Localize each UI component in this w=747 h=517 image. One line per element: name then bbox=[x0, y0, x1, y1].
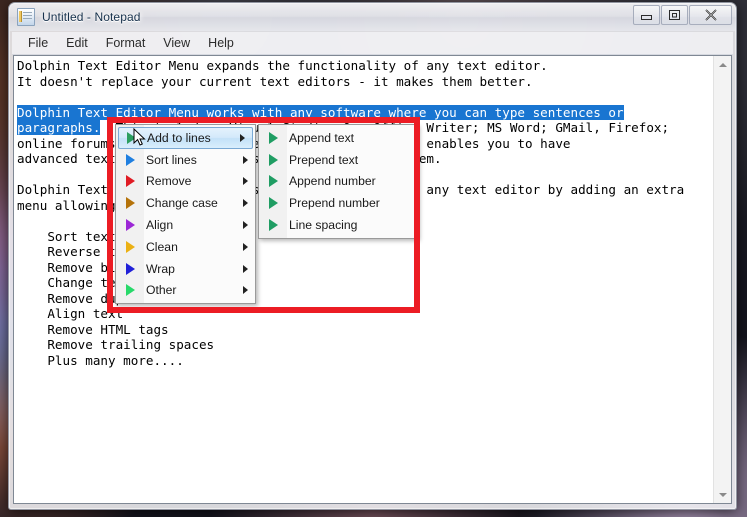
title-bar: Untitled - Notepad bbox=[9, 3, 736, 31]
text-line: Dolphin Text Editor Menu expands the fun… bbox=[17, 58, 548, 73]
submenu-chevron-icon bbox=[243, 155, 248, 164]
menu-format[interactable]: Format bbox=[97, 34, 155, 52]
triangle-arrow-icon bbox=[269, 219, 278, 232]
menu-item-label: Prepend number bbox=[289, 196, 380, 211]
submenu-chevron-icon bbox=[243, 264, 248, 273]
triangle-arrow-icon bbox=[269, 153, 278, 166]
submenu-chevron-icon bbox=[243, 199, 248, 208]
triangle-arrow-icon bbox=[126, 219, 135, 232]
selected-text: paragraphs. bbox=[17, 120, 101, 135]
menu-item-label: Add to lines bbox=[147, 130, 211, 145]
text-line: Align text bbox=[17, 306, 124, 321]
triangle-arrow-icon bbox=[126, 284, 135, 297]
text-line: Dolphin Text Editor Menu works with any … bbox=[17, 104, 713, 121]
text-line: Remove HTML tags bbox=[17, 321, 169, 337]
menu-item-label: Sort lines bbox=[146, 152, 197, 167]
menu-view[interactable]: View bbox=[154, 34, 199, 52]
menu-item-label: Clean bbox=[146, 239, 178, 254]
context-submenu: Append text Prepend text Append number Prep… bbox=[258, 124, 418, 239]
text-line: Plus many more.... bbox=[17, 352, 184, 368]
mouse-cursor bbox=[133, 128, 146, 146]
restore-icon bbox=[669, 10, 680, 20]
window-title: Untitled - Notepad bbox=[42, 10, 141, 24]
submenu-item-prepend-text[interactable]: Prepend text bbox=[259, 149, 417, 171]
triangle-arrow-icon bbox=[126, 175, 135, 188]
text-line: Remove trailing spaces bbox=[17, 337, 215, 352]
menu-item-other[interactable]: Other bbox=[116, 280, 255, 302]
menu-help[interactable]: Help bbox=[199, 34, 243, 52]
menu-item-label: Other bbox=[146, 283, 177, 298]
menu-item-label: Append number bbox=[289, 174, 376, 189]
menu-item-label: Change case bbox=[146, 196, 218, 211]
submenu-item-append-number[interactable]: Append number bbox=[259, 171, 417, 193]
menu-file[interactable]: File bbox=[19, 34, 57, 52]
submenu-chevron-icon bbox=[243, 177, 248, 186]
menu-bar: File Edit Format View Help bbox=[12, 32, 733, 55]
menu-item-label: Prepend text bbox=[289, 152, 359, 167]
submenu-chevron-icon bbox=[243, 221, 248, 230]
menu-item-sort-lines[interactable]: Sort lines bbox=[116, 149, 255, 171]
triangle-arrow-icon bbox=[269, 131, 278, 144]
vertical-scrollbar[interactable] bbox=[713, 56, 731, 503]
selected-text: Dolphin Text Editor Menu works with any … bbox=[17, 104, 624, 120]
triangle-arrow-icon bbox=[126, 197, 135, 210]
submenu-item-line-spacing[interactable]: Line spacing bbox=[259, 214, 417, 236]
scroll-up-icon bbox=[718, 62, 727, 67]
menu-item-remove[interactable]: Remove bbox=[116, 171, 255, 193]
triangle-arrow-icon bbox=[269, 175, 278, 188]
scroll-up-button[interactable] bbox=[714, 56, 731, 73]
notepad-icon bbox=[17, 8, 35, 26]
submenu-chevron-icon bbox=[243, 286, 248, 295]
text-line: It doesn't replace your current text edi… bbox=[17, 73, 533, 89]
menu-item-label: Align bbox=[146, 218, 174, 233]
text-line bbox=[17, 89, 713, 105]
scroll-down-icon bbox=[718, 492, 727, 497]
context-menu: Add to lines Sort lines Remove Change case A… bbox=[115, 124, 256, 305]
scroll-down-button[interactable] bbox=[714, 486, 731, 503]
triangle-arrow-icon bbox=[269, 197, 278, 210]
minimize-button[interactable] bbox=[633, 5, 660, 25]
menu-edit[interactable]: Edit bbox=[57, 34, 97, 52]
triangle-arrow-icon bbox=[126, 240, 135, 253]
menu-item-wrap[interactable]: Wrap bbox=[116, 258, 255, 280]
close-button[interactable] bbox=[689, 5, 732, 25]
minimize-icon bbox=[641, 14, 652, 20]
menu-item-clean[interactable]: Clean bbox=[116, 236, 255, 258]
submenu-chevron-icon bbox=[240, 133, 245, 142]
menu-item-align[interactable]: Align bbox=[116, 214, 255, 236]
menu-item-change-case[interactable]: Change case bbox=[116, 192, 255, 214]
window-controls bbox=[632, 5, 732, 25]
submenu-item-append-text[interactable]: Append text bbox=[259, 127, 417, 149]
menu-item-label: Remove bbox=[146, 174, 192, 189]
submenu-item-prepend-number[interactable]: Prepend number bbox=[259, 192, 417, 214]
menu-item-label: Line spacing bbox=[289, 218, 358, 233]
triangle-arrow-icon bbox=[126, 262, 135, 275]
maximize-button[interactable] bbox=[661, 5, 688, 25]
menu-item-label: Wrap bbox=[146, 261, 175, 276]
submenu-chevron-icon bbox=[243, 242, 248, 251]
close-icon bbox=[704, 9, 717, 21]
triangle-arrow-icon bbox=[126, 153, 135, 166]
menu-item-label: Append text bbox=[289, 130, 355, 145]
